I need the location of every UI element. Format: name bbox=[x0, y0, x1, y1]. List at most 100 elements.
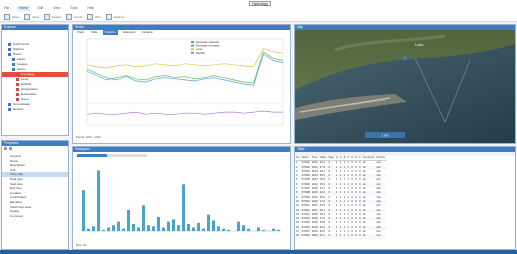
table-cell: ok bbox=[361, 234, 376, 239]
legend-swatch bbox=[191, 48, 194, 51]
tree-item[interactable]: Reports bbox=[2, 107, 68, 112]
explorer-panel: Explorer Catchments Stations Rivers Lakes Ga… bbox=[1, 24, 69, 136]
ribbon-button-icon bbox=[24, 13, 31, 20]
folder-icon bbox=[12, 68, 15, 71]
ribbon-tab[interactable]: Edit bbox=[36, 6, 46, 11]
legend-label: Discharge simulated bbox=[196, 44, 220, 48]
series-tab[interactable]: Table bbox=[89, 30, 100, 35]
series-icon bbox=[16, 83, 19, 86]
series-icon bbox=[16, 78, 19, 81]
ribbon-button-icon bbox=[105, 13, 112, 20]
ribbon-button[interactable]: Export bbox=[44, 13, 61, 20]
folder-icon bbox=[8, 53, 11, 56]
histogram-bar bbox=[222, 228, 225, 231]
histogram-bar bbox=[127, 210, 130, 231]
properties-toolbar bbox=[2, 146, 68, 154]
histogram-slider[interactable] bbox=[77, 154, 147, 157]
ribbon-tab[interactable]: View bbox=[51, 6, 62, 11]
satellite-map[interactable]: 1 km Lake bbox=[295, 30, 515, 143]
histogram-bar bbox=[182, 184, 185, 231]
map-panel: Map 1 km Lake bbox=[294, 24, 516, 144]
series-tab[interactable]: Statistics bbox=[102, 30, 118, 35]
legend-label: Level bbox=[196, 47, 203, 51]
bar-chart bbox=[81, 170, 281, 232]
window-title: Hydrology bbox=[249, 1, 271, 6]
station-marker[interactable] bbox=[403, 56, 407, 60]
ribbon-button-icon bbox=[87, 13, 94, 20]
histogram-bar bbox=[137, 227, 140, 231]
series-tab[interactable]: Duration bbox=[140, 30, 155, 35]
ribbon-tab[interactable]: Home bbox=[17, 6, 30, 11]
properties-list: General Name Description Unit Time step Data … bbox=[2, 154, 68, 218]
folder-icon bbox=[8, 108, 11, 111]
ribbon-button[interactable]: Open bbox=[4, 13, 20, 20]
series-tab[interactable]: Chart bbox=[75, 30, 86, 35]
legend-swatch bbox=[191, 51, 194, 54]
scale-label: 1 km bbox=[382, 134, 389, 138]
histogram-bar bbox=[237, 221, 240, 231]
ribbon-tabs: File Home Edit View Tools Help bbox=[2, 6, 96, 11]
histogram-bar bbox=[177, 225, 180, 231]
histogram-bar bbox=[187, 224, 190, 231]
add-icon[interactable] bbox=[4, 147, 7, 150]
ribbon-button[interactable]: Import bbox=[65, 13, 83, 20]
series-footer: Period: 2010 - 2020 bbox=[76, 135, 101, 139]
histogram-bar bbox=[257, 227, 260, 231]
histogram-title: Histogram bbox=[73, 147, 290, 152]
histogram-bar bbox=[157, 217, 160, 231]
ribbon-button-icon bbox=[65, 13, 72, 20]
table-cell: 2020 bbox=[310, 234, 319, 239]
legend-swatch bbox=[191, 41, 194, 43]
histogram-bar bbox=[167, 221, 170, 231]
series-tab[interactable]: Histogram bbox=[121, 30, 138, 35]
ribbon-tab[interactable]: Tools bbox=[68, 6, 79, 11]
histogram-bar bbox=[92, 226, 95, 231]
histogram-bar bbox=[122, 228, 125, 231]
table-cell: 2012 bbox=[311, 161, 318, 165]
ribbon-tab[interactable]: Help bbox=[85, 6, 96, 11]
ribbon-button-label: Open bbox=[12, 14, 20, 19]
histogram-bar bbox=[242, 225, 245, 231]
property-item[interactable]: Comment bbox=[2, 214, 68, 219]
histogram-bar bbox=[272, 228, 275, 231]
histogram-bar bbox=[192, 227, 195, 231]
table-cell: 0 bbox=[327, 234, 335, 239]
legend-swatch bbox=[191, 44, 194, 47]
histogram-bar bbox=[217, 226, 220, 231]
ribbon-button-label: Import bbox=[73, 14, 83, 19]
remove-icon[interactable] bbox=[9, 147, 12, 150]
legend-label: Discharge observed bbox=[196, 40, 220, 44]
table-row[interactable]: 18 STN18 2020 21.1 0 1 1 1 1 0 0 0 ok sim bbox=[295, 234, 386, 239]
properties-panel: Properties General Name Description Unit Tim… bbox=[1, 140, 69, 250]
ribbon-button[interactable]: Options bbox=[105, 13, 125, 20]
folder-icon bbox=[12, 63, 15, 66]
ribbon-tab[interactable]: File bbox=[2, 6, 11, 11]
ribbon-button-label: Export bbox=[52, 14, 61, 19]
explorer-tree: Catchments Stations Rivers Lakes Gauges Serie… bbox=[2, 30, 68, 112]
ribbon-button-label: Run bbox=[95, 14, 101, 19]
histogram-bar bbox=[107, 227, 110, 231]
histogram-panel: Histogram Bins: 40 bbox=[72, 146, 291, 250]
histogram-bar bbox=[102, 229, 105, 231]
histogram-bar bbox=[162, 227, 165, 231]
histogram-footer: Bins: 40 bbox=[76, 243, 87, 247]
series-icon bbox=[16, 73, 19, 76]
series-panel: Series Chart Table Statistics Histogram Dura… bbox=[72, 24, 291, 144]
folder-icon bbox=[8, 48, 11, 51]
histogram-bar bbox=[227, 229, 230, 231]
data-table: No Name Time Value Flag Q A B C D E F Comment Source 1… bbox=[295, 156, 386, 239]
series-icon bbox=[16, 98, 19, 101]
ribbon-button[interactable]: Run bbox=[87, 13, 101, 20]
folder-icon bbox=[8, 43, 11, 46]
table-cell: sim bbox=[375, 234, 386, 239]
histogram-bar bbox=[132, 224, 135, 231]
ribbon-button[interactable]: Save bbox=[24, 13, 39, 20]
histogram-bar bbox=[202, 228, 205, 231]
series-icon bbox=[16, 93, 19, 96]
histogram-bar bbox=[262, 229, 265, 231]
histogram-bar bbox=[142, 205, 145, 231]
histogram-bar bbox=[207, 214, 210, 231]
ribbon-button-icon bbox=[4, 13, 10, 20]
ribbon-button-label: Options bbox=[113, 14, 125, 19]
status-bar bbox=[0, 250, 517, 254]
